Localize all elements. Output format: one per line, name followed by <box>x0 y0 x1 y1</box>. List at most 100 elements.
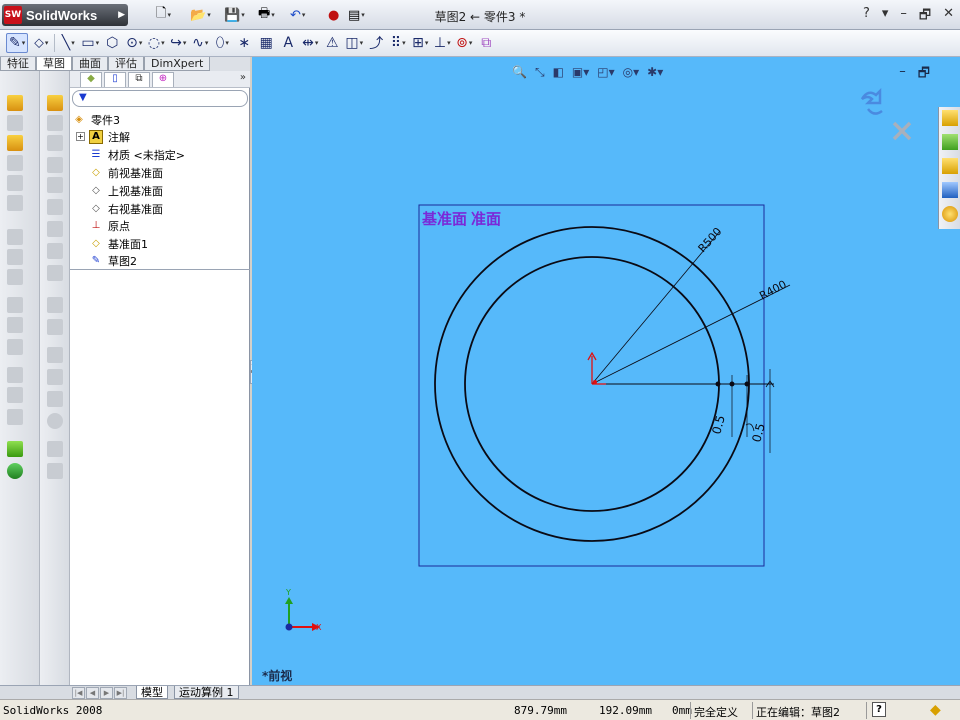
sweep-icon[interactable] <box>7 135 23 151</box>
no-solve-icon[interactable] <box>47 413 63 429</box>
dimension-gap-outer[interactable]: 0.5 <box>749 422 767 444</box>
shaded-sketch-icon[interactable] <box>47 463 63 479</box>
tree-item[interactable]: ⊥ 原点 <box>89 217 130 234</box>
spline-button[interactable]: ∿ ▾ <box>191 33 209 53</box>
design-library-icon[interactable] <box>942 134 958 150</box>
draft-icon[interactable] <box>7 297 23 313</box>
tree-item[interactable]: + A 注解 <box>76 128 246 145</box>
polygon-button[interactable]: ⬡ <box>103 33 121 53</box>
extend-icon[interactable] <box>47 177 63 193</box>
convert-entities-icon[interactable] <box>47 115 63 131</box>
help-icon[interactable]: ? <box>863 6 870 28</box>
repair-button[interactable]: ⊚ ▾ <box>455 33 473 53</box>
offset-entities-icon[interactable] <box>47 135 63 151</box>
rebuild-status-icon[interactable]: ◆ <box>930 702 941 718</box>
rectangle-button[interactable]: ▭ ▾ <box>81 33 99 53</box>
help-dropdown-icon[interactable]: ▾ <box>882 6 889 28</box>
circle-button[interactable]: ⊙ ▾ <box>125 33 143 53</box>
reference-geometry-icon[interactable] <box>7 441 23 457</box>
linear-pattern-icon[interactable] <box>7 367 23 383</box>
sketch-button[interactable]: ✎ ▾ <box>6 33 29 53</box>
sketch-fillet-icon[interactable] <box>47 243 63 259</box>
dimension-r400[interactable]: R400 <box>757 278 788 303</box>
tab-feature-tree[interactable]: ◆ <box>80 72 102 87</box>
ellipse-button[interactable]: ⬯ ▾ <box>213 33 231 53</box>
expand-toggle-icon[interactable]: + <box>76 132 85 141</box>
mirror-feature-icon[interactable] <box>7 409 23 425</box>
shell-icon[interactable] <box>7 249 23 265</box>
prev-tab-icon[interactable]: ◀ <box>86 687 99 699</box>
curves-icon[interactable] <box>7 463 23 479</box>
tab-surfaces[interactable]: 曲面 <box>72 57 108 71</box>
scale-icon[interactable] <box>47 297 63 313</box>
split-entities-icon[interactable] <box>47 157 63 173</box>
tab-features[interactable]: 特征 <box>0 57 36 71</box>
restore-icon[interactable]: 🗗 <box>919 6 931 28</box>
sketch-picture-icon[interactable] <box>47 391 63 407</box>
rib-icon[interactable] <box>7 269 23 285</box>
construction-geometry-icon[interactable] <box>47 199 63 215</box>
tree-item[interactable]: ☰ 材质 <未指定> <box>89 146 185 163</box>
grid-button[interactable]: ▦ <box>257 33 275 53</box>
wrap-icon[interactable] <box>7 317 23 333</box>
next-tab-icon[interactable]: ▶ <box>100 687 113 699</box>
last-tab-icon[interactable]: ▶| <box>114 687 127 699</box>
tree-item[interactable]: ◇ 右视基准面 <box>89 200 163 217</box>
origin-point[interactable] <box>593 380 597 384</box>
vertical-dimension-icon[interactable] <box>47 369 63 385</box>
text-button[interactable]: A <box>279 33 297 53</box>
trim-button[interactable]: ⤴ <box>367 33 385 53</box>
close-icon[interactable]: ✕ <box>943 6 954 28</box>
tree-root[interactable]: ◈ 零件3 <box>72 111 120 128</box>
point-button[interactable]: ∗ <box>235 33 253 53</box>
extrude-boss-icon[interactable] <box>7 95 23 111</box>
graphics-area[interactable]: 🔍 ⤡ ◧ ▣▾ ◰▾ ◎▾ ✱▾ – 🗗 基准面 准面 R500 R400 0… <box>252 57 960 685</box>
first-tab-icon[interactable]: |◀ <box>72 687 85 699</box>
feature-filter-input[interactable]: ▼ <box>72 90 248 107</box>
dimension-gap-inner[interactable]: 0.5 <box>709 414 727 436</box>
offset-button[interactable]: ◫ ▾ <box>345 33 363 53</box>
relations-button[interactable]: ⊥ ▾ <box>433 33 451 53</box>
home-icon[interactable] <box>942 110 958 126</box>
view-palette-icon[interactable] <box>942 182 958 198</box>
sketch-chamfer-icon[interactable] <box>47 265 63 281</box>
sketch-point[interactable] <box>715 381 721 387</box>
dome-icon[interactable] <box>7 339 23 355</box>
mirror-button[interactable]: ⇹ ▾ <box>301 33 319 53</box>
tree-item[interactable]: ◇ 前视基准面 <box>89 164 163 181</box>
move-button[interactable]: ⊞ ▾ <box>411 33 429 53</box>
dimension-r500[interactable]: R500 <box>696 225 725 255</box>
instant3d-icon[interactable] <box>47 441 63 457</box>
tab-motion-study[interactable]: 运动算例 1 <box>174 686 239 699</box>
horizontal-dimension-icon[interactable] <box>47 347 63 363</box>
pattern-button[interactable]: ⠿ ▾ <box>389 33 407 53</box>
tab-dimxpert-manager[interactable]: ⊕ <box>152 72 174 87</box>
tree-item[interactable]: ◇ 上视基准面 <box>89 182 163 199</box>
chamfer-icon[interactable] <box>7 229 23 245</box>
minimize-icon[interactable]: – <box>900 6 907 28</box>
r500-leader[interactable] <box>591 230 721 385</box>
fillet-feature-icon[interactable] <box>7 195 23 211</box>
expand-panel-icon[interactable]: » <box>240 72 246 83</box>
sketch-tool-icon[interactable] <box>47 95 63 111</box>
tree-item[interactable]: ✎ 草图2 <box>89 252 137 269</box>
smart-dimension-button[interactable]: ⬦ ▾ <box>32 33 50 53</box>
rotate-icon[interactable] <box>47 319 63 335</box>
file-explorer-icon[interactable] <box>942 158 958 174</box>
r400-leader[interactable] <box>591 284 791 385</box>
help-button[interactable]: ? <box>872 702 886 717</box>
loft-icon[interactable] <box>7 155 23 171</box>
tab-dimxpert[interactable]: DimXpert <box>144 57 211 71</box>
warning-button[interactable]: ⚠ <box>323 33 341 53</box>
fillet-button[interactable]: ↪ ▾ <box>169 33 187 53</box>
tree-item[interactable]: ◇ 基准面1 <box>89 235 148 252</box>
cut-icon[interactable] <box>7 175 23 191</box>
tab-sketch[interactable]: 草图 <box>36 57 72 71</box>
arc-button[interactable]: ◌ ▾ <box>147 33 165 53</box>
circular-pattern-icon[interactable] <box>7 387 23 403</box>
tab-evaluate[interactable]: 评估 <box>108 57 144 71</box>
line-button[interactable]: ╲ ▾ <box>59 33 77 53</box>
centerline-icon[interactable] <box>47 221 63 237</box>
appearances-icon[interactable] <box>942 206 958 222</box>
revolve-icon[interactable] <box>7 115 23 131</box>
